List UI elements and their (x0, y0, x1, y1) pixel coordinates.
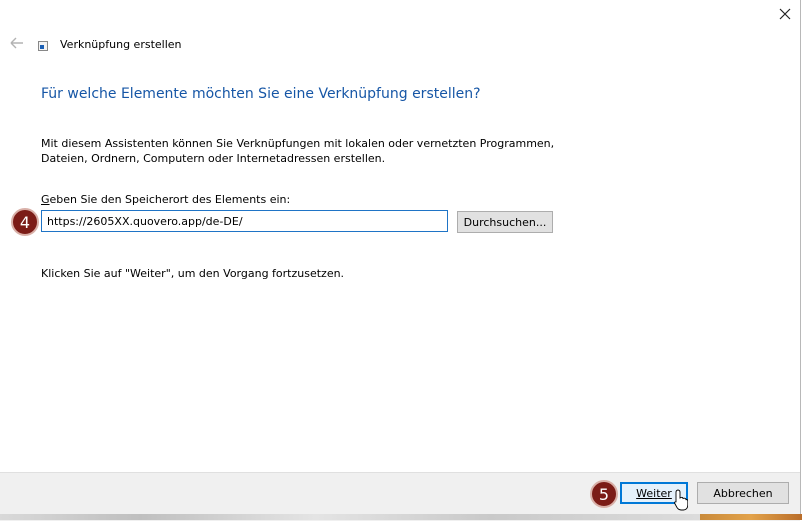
location-label: Geben Sie den Speicherort des Elements e… (41, 193, 290, 206)
back-arrow-icon[interactable] (8, 35, 26, 51)
close-button[interactable] (774, 4, 796, 24)
cancel-button[interactable]: Abbrechen (697, 482, 789, 504)
browse-button[interactable]: Durchsuchen... (457, 211, 553, 233)
window-title: Verknüpfung erstellen (60, 38, 182, 51)
background-strip-right (700, 514, 802, 520)
location-input[interactable] (41, 210, 448, 232)
page-heading: Für welche Elemente möchten Sie eine Ver… (41, 86, 481, 102)
continue-hint: Klicken Sie auf "Weiter", um den Vorgang… (41, 267, 345, 280)
shortcut-icon (38, 41, 48, 51)
shortcut-wizard-dialog: Verknüpfung erstellen Für welche Element… (0, 0, 801, 521)
step-badge-5: 5 (590, 480, 618, 508)
next-button-label: Weiter (636, 486, 672, 500)
mouse-pointer-icon (674, 489, 688, 511)
wizard-description: Mit diesem Assistenten können Sie Verknü… (41, 137, 555, 165)
background-strip (0, 514, 700, 520)
location-label-text: eben Sie den Speicherort des Elements ei… (49, 193, 291, 206)
step-badge-4: 4 (11, 208, 39, 236)
close-icon[interactable] (779, 8, 791, 20)
location-label-accelerator: G (41, 193, 50, 206)
